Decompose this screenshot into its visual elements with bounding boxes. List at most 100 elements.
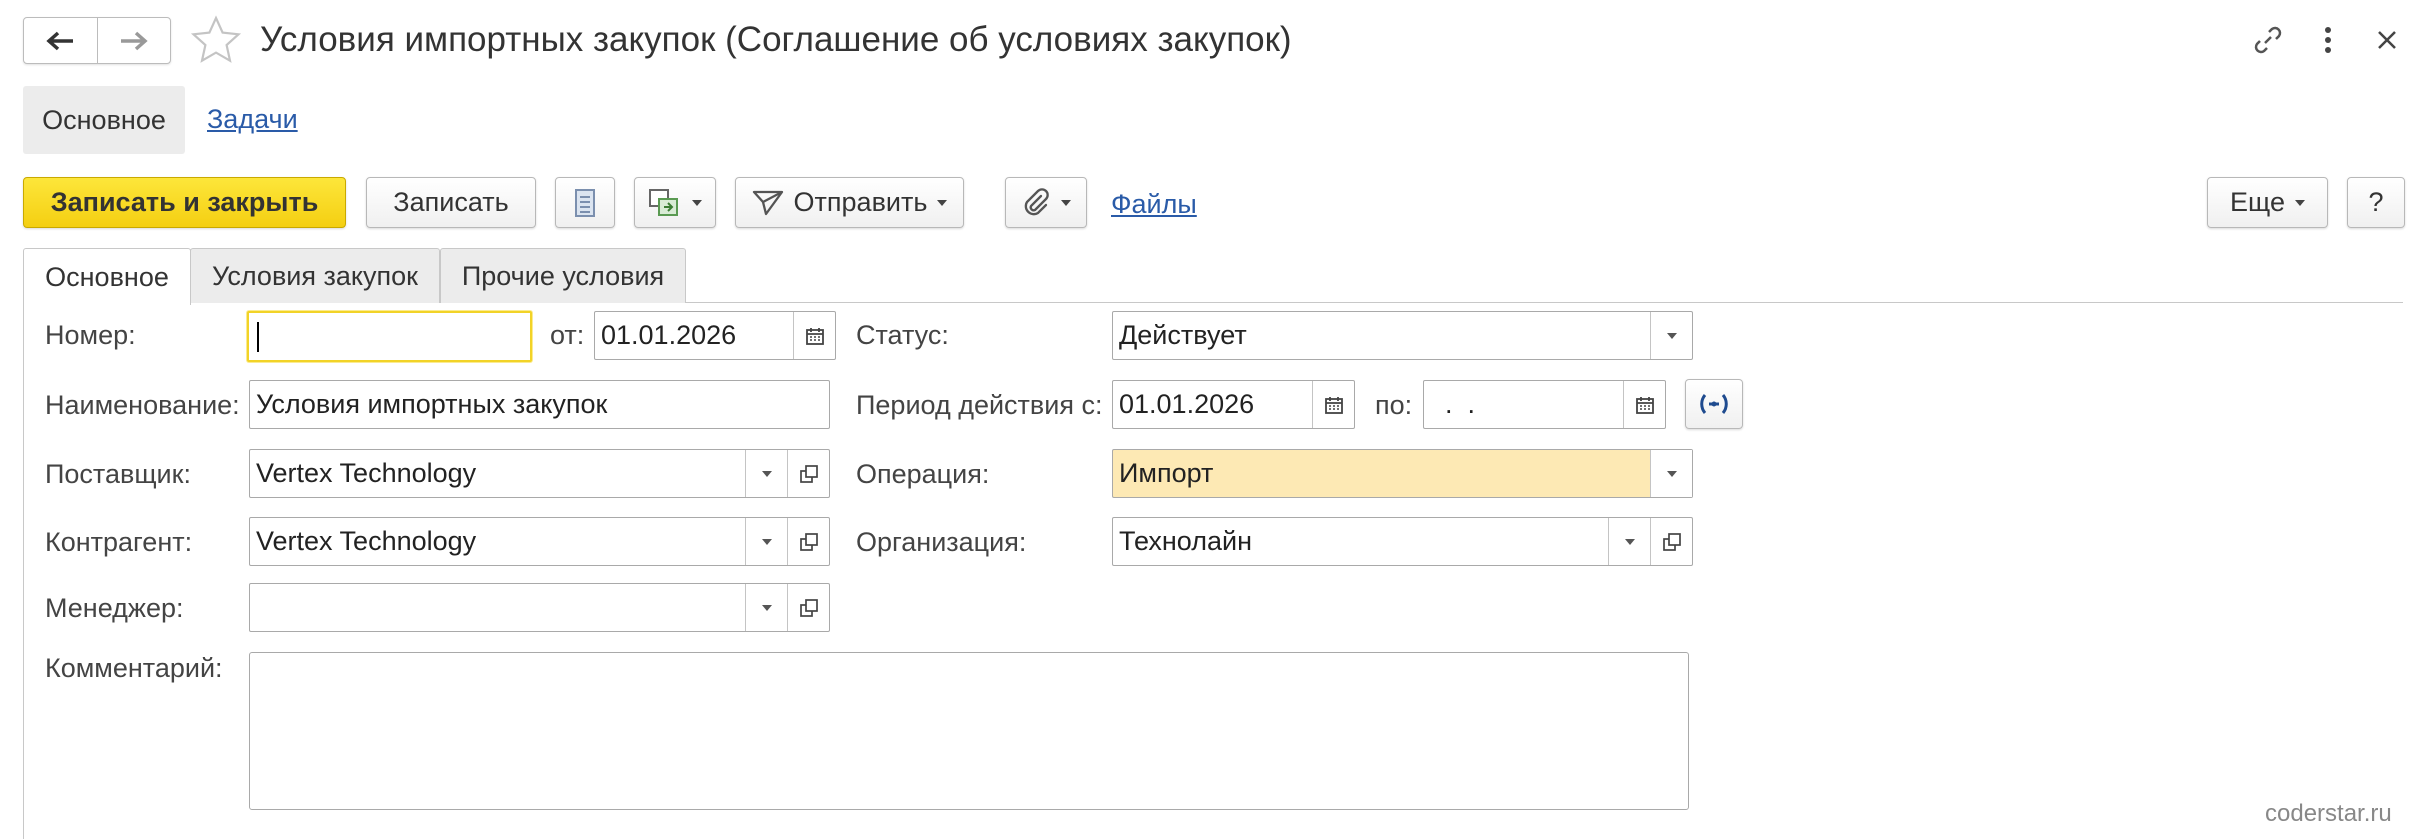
save-and-close-button[interactable]: Записать и закрыть — [23, 177, 346, 228]
supplier-dropdown-button[interactable] — [745, 450, 787, 497]
organization-value: Технолайн — [1119, 526, 1252, 556]
link-icon[interactable] — [2248, 20, 2288, 60]
save-button[interactable]: Записать — [366, 177, 536, 228]
send-button[interactable]: Отправить — [735, 177, 964, 228]
watermark: coderstar.ru — [2265, 800, 2392, 827]
attach-button[interactable] — [1005, 177, 1087, 228]
period-from-calendar-button[interactable] — [1312, 381, 1354, 428]
manager-dropdown-button[interactable] — [745, 584, 787, 631]
send-plane-icon — [752, 190, 783, 215]
save-label: Записать — [393, 187, 509, 217]
date-input[interactable]: 01.01.2026 — [594, 311, 836, 360]
history-nav — [23, 17, 171, 64]
counterparty-dropdown-button[interactable] — [745, 518, 787, 565]
close-icon[interactable] — [2367, 20, 2407, 60]
arrow-right-icon — [120, 31, 148, 50]
document-list-icon — [575, 188, 595, 217]
chevron-down-icon — [692, 199, 702, 206]
create-based-on-icon — [649, 188, 678, 216]
manager-label: Менеджер: — [45, 593, 184, 623]
comment-textarea[interactable] — [249, 652, 1689, 810]
operation-select[interactable]: Импорт — [1112, 449, 1693, 498]
status-label: Статус: — [856, 320, 949, 350]
back-button[interactable] — [24, 18, 97, 63]
section-main[interactable]: Основное — [23, 86, 185, 154]
supplier-open-button[interactable] — [787, 450, 829, 497]
save-and-close-label: Записать и закрыть — [50, 187, 319, 217]
period-to-input[interactable]: . . — [1423, 380, 1666, 429]
calendar-button[interactable] — [793, 312, 835, 359]
counterparty-label: Контрагент: — [45, 527, 193, 557]
period-to-label: по: — [1375, 390, 1413, 420]
more-button[interactable]: Еще — [2207, 177, 2328, 228]
text-caret — [257, 321, 259, 352]
tab-other-conditions[interactable]: Прочие условия — [440, 248, 686, 303]
more-label: Еще — [2230, 187, 2285, 217]
number-input[interactable] — [247, 311, 532, 362]
operation-dropdown-button[interactable] — [1650, 450, 1692, 497]
open-icon — [799, 532, 818, 551]
name-value: Условия импортных закупок — [256, 389, 608, 419]
send-label: Отправить — [793, 187, 928, 217]
forward-button[interactable] — [96, 18, 171, 63]
chevron-down-icon — [761, 604, 772, 611]
calendar-icon — [1635, 396, 1654, 414]
help-button[interactable]: ? — [2347, 177, 2405, 228]
tab-main[interactable]: Основное — [23, 248, 191, 305]
chevron-down-icon — [1666, 332, 1677, 339]
organization-dropdown-button[interactable] — [1608, 518, 1650, 565]
open-icon — [799, 598, 818, 617]
report-button[interactable] — [555, 177, 615, 228]
status-value: Действует — [1119, 320, 1247, 350]
manager-select[interactable] — [249, 583, 830, 632]
supplier-value: Vertex Technology — [256, 458, 477, 488]
supplier-label: Поставщик: — [45, 459, 191, 489]
organization-label: Организация: — [856, 527, 1027, 557]
name-input[interactable]: Условия импортных закупок — [249, 380, 830, 429]
chevron-down-icon — [761, 538, 772, 545]
operation-label: Операция: — [856, 459, 990, 489]
window-title: Условия импортных закупок (Соглашение об… — [260, 20, 1292, 59]
manager-value — [250, 584, 745, 631]
arrow-left-icon — [46, 31, 74, 50]
chevron-down-icon — [1061, 199, 1071, 206]
period-selection-icon — [1700, 394, 1728, 414]
counterparty-select[interactable]: Vertex Technology — [249, 517, 830, 566]
date-from-label: от: — [550, 320, 585, 350]
help-label: ? — [2368, 187, 2384, 217]
period-to-calendar-button[interactable] — [1623, 381, 1665, 428]
period-selection-button[interactable] — [1685, 379, 1743, 429]
organization-open-button[interactable] — [1650, 518, 1692, 565]
manager-open-button[interactable] — [787, 584, 829, 631]
counterparty-value: Vertex Technology — [256, 526, 477, 556]
name-label: Наименование: — [45, 390, 240, 420]
number-label: Номер: — [45, 320, 136, 350]
chevron-down-icon — [937, 199, 948, 206]
supplier-select[interactable]: Vertex Technology — [249, 449, 830, 498]
open-icon — [799, 464, 818, 483]
period-label: Период действия с: — [856, 390, 1103, 420]
calendar-icon — [1324, 396, 1343, 414]
date-value: 01.01.2026 — [601, 320, 737, 350]
files-link[interactable]: Файлы — [1111, 189, 1197, 220]
favorite-star-icon[interactable] — [190, 14, 242, 66]
organization-select[interactable]: Технолайн — [1112, 517, 1693, 566]
section-tasks-link[interactable]: Задачи — [207, 104, 298, 135]
chevron-down-icon — [1624, 538, 1635, 545]
create-based-on-button[interactable] — [634, 177, 716, 228]
period-from-value: 01.01.2026 — [1119, 389, 1255, 419]
open-icon — [1662, 532, 1681, 551]
status-select[interactable]: Действует — [1112, 311, 1693, 360]
paperclip-icon — [1024, 187, 1049, 215]
operation-value: Импорт — [1119, 458, 1214, 488]
chevron-down-icon — [2294, 199, 2305, 206]
more-vertical-icon[interactable] — [2308, 20, 2348, 60]
chevron-down-icon — [1666, 470, 1677, 477]
chevron-down-icon — [761, 470, 772, 477]
status-dropdown-button[interactable] — [1650, 312, 1692, 359]
comment-label: Комментарий: — [45, 653, 223, 683]
calendar-icon — [805, 327, 824, 345]
counterparty-open-button[interactable] — [787, 518, 829, 565]
tab-purchase-conditions[interactable]: Условия закупок — [190, 248, 440, 303]
period-from-input[interactable]: 01.01.2026 — [1112, 380, 1355, 429]
